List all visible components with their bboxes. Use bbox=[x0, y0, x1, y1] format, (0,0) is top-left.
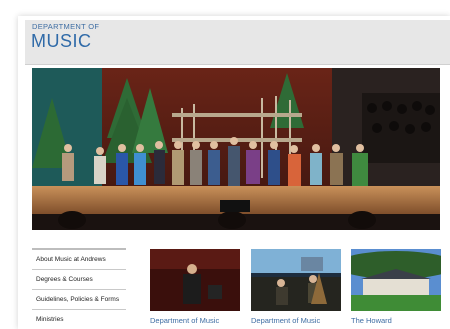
building-photo-icon bbox=[351, 249, 441, 311]
feature-caption-1[interactable]: Department of Music bbox=[150, 316, 240, 325]
conductor-photo-icon bbox=[150, 249, 240, 311]
sidebar-item-guidelines[interactable]: Guidelines, Policies & Forms bbox=[32, 289, 126, 309]
feature-thumb-3[interactable] bbox=[351, 249, 441, 311]
hero-image bbox=[32, 68, 440, 230]
department-label: DEPARTMENT OF bbox=[32, 22, 100, 31]
instrument-ensemble-photo-icon bbox=[251, 249, 341, 311]
site-header: DEPARTMENT OF MUSIC bbox=[25, 20, 450, 65]
page-title[interactable]: MUSIC bbox=[31, 31, 92, 52]
sidebar-item-about[interactable]: About Music at Andrews bbox=[32, 248, 126, 269]
feature-thumb-2[interactable] bbox=[251, 249, 341, 311]
feature-thumb-1[interactable] bbox=[150, 249, 240, 311]
feature-caption-2[interactable]: Department of Music bbox=[251, 316, 341, 325]
sidebar-nav: About Music at Andrews Degrees & Courses… bbox=[32, 248, 126, 329]
sidebar-item-ministries[interactable]: Ministries bbox=[32, 309, 126, 329]
feature-caption-3[interactable]: The Howard bbox=[351, 316, 441, 325]
stage-performance-icon bbox=[32, 68, 440, 230]
page-frame: DEPARTMENT OF MUSIC About Music at Andre… bbox=[18, 16, 450, 329]
sidebar-item-degrees[interactable]: Degrees & Courses bbox=[32, 269, 126, 289]
